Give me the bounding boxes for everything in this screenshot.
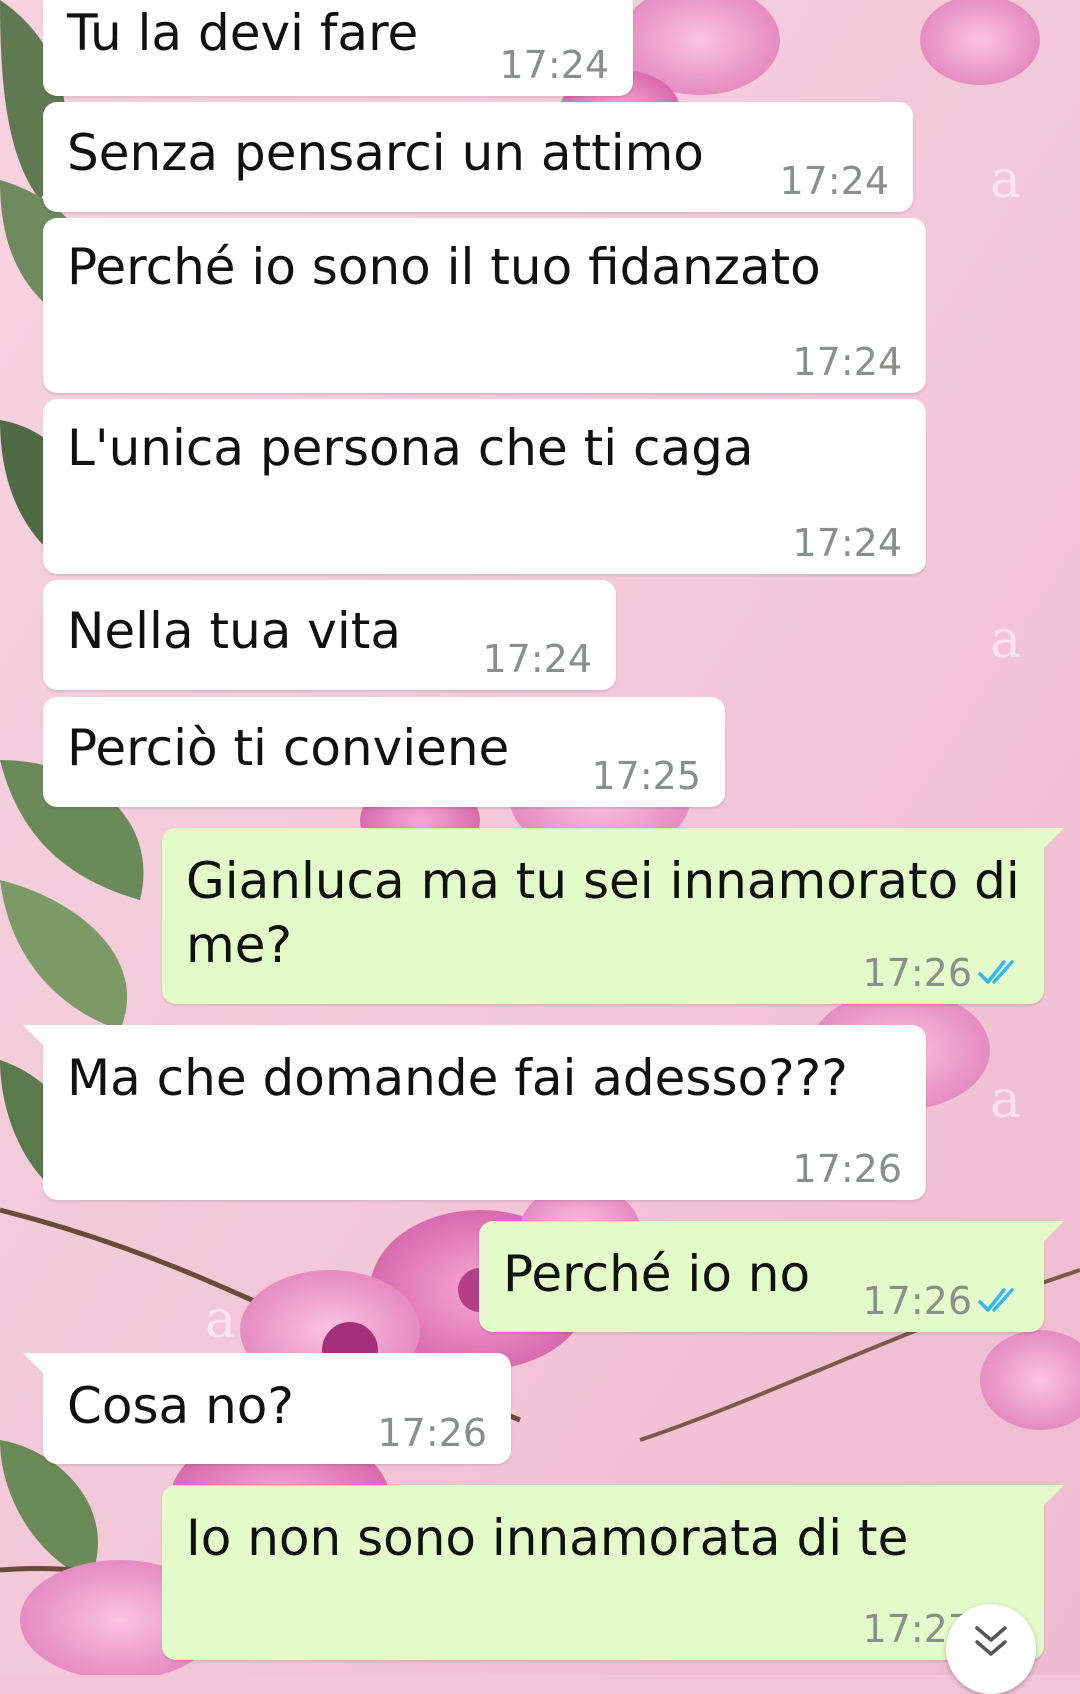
- incoming-message[interactable]: Nella tua vita 17:24: [43, 580, 616, 690]
- incoming-message[interactable]: Perché io sono il tuo fidanzato 17:24: [43, 218, 926, 393]
- message-text: Perché io no: [503, 1245, 811, 1303]
- message-meta: 17:26: [862, 1280, 1022, 1322]
- message-time: 17:24: [779, 159, 889, 203]
- message-text: L'unica persona che ti caga: [67, 419, 754, 477]
- scroll-to-bottom-button[interactable]: [946, 1604, 1036, 1694]
- message-text: Perché io sono il tuo fidanzato: [67, 238, 821, 296]
- message-time: 17:26: [862, 1279, 972, 1323]
- message-meta: 17:26: [862, 952, 1022, 994]
- message-time: 17:24: [499, 43, 609, 87]
- bubble-tail: [23, 1353, 51, 1381]
- message-text-line: Gianluca ma tu sei innamorato di: [186, 852, 1020, 910]
- message-time: 17:24: [792, 521, 902, 565]
- double-chevron-down-icon: [975, 1626, 1007, 1656]
- message-text: Io non sono innamorata di te: [186, 1509, 909, 1567]
- bubble-tail: [23, 1025, 51, 1053]
- outgoing-message[interactable]: Perché io no 17:26: [479, 1221, 1064, 1332]
- message-time: 17:26: [377, 1411, 487, 1455]
- message-text: Senza pensarci un attimo: [67, 124, 704, 182]
- read-double-check-icon: [978, 960, 1014, 984]
- incoming-message[interactable]: Tu la devi fare 17:24: [43, 0, 633, 96]
- message-text: Cosa no?: [67, 1377, 294, 1435]
- incoming-message[interactable]: Perciò ti conviene 17:25: [43, 697, 725, 807]
- outgoing-message[interactable]: Io non sono innamorata di te 17:27: [162, 1485, 1064, 1660]
- bubble-tail: [1036, 1485, 1064, 1513]
- message-text: Nella tua vita: [67, 602, 402, 660]
- message-text: Ma che domande fai adesso???: [67, 1049, 848, 1107]
- message-time: 17:26: [862, 951, 972, 995]
- message-time: 17:24: [482, 637, 592, 681]
- message-list[interactable]: Tu la devi fare 17:24 Senza pensarci un …: [0, 0, 1080, 1675]
- incoming-message[interactable]: Cosa no? 17:26: [23, 1353, 511, 1464]
- incoming-message[interactable]: L'unica persona che ti caga 17:24: [43, 399, 926, 574]
- read-double-check-icon: [978, 1288, 1014, 1312]
- message-time: 17:26: [792, 1147, 902, 1191]
- message-text-line: me?: [186, 916, 293, 974]
- message-text: Tu la devi fare: [67, 4, 419, 62]
- message-text: Perciò ti conviene: [67, 719, 510, 777]
- bubble-tail: [1036, 828, 1064, 856]
- message-time: 17:24: [792, 340, 902, 384]
- incoming-message[interactable]: Ma che domande fai adesso??? 17:26: [23, 1025, 926, 1200]
- bubble-tail: [1036, 1221, 1064, 1249]
- incoming-message[interactable]: Senza pensarci un attimo 17:24: [43, 102, 913, 212]
- message-time: 17:25: [591, 754, 701, 798]
- outgoing-message[interactable]: Gianluca ma tu sei innamorato di me? 17:…: [162, 828, 1064, 1004]
